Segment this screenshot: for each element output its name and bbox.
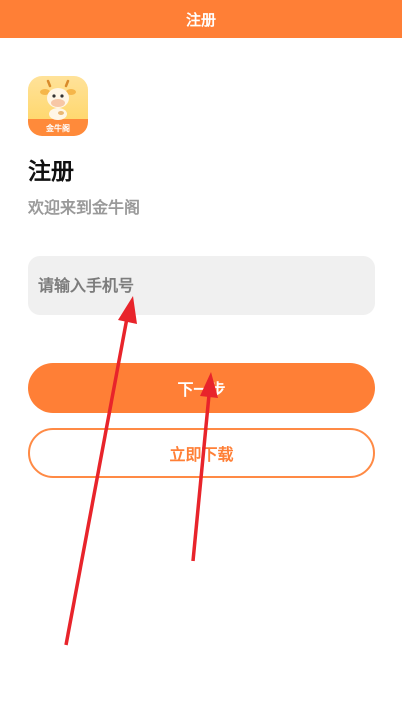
welcome-subtitle: 欢迎来到金牛阁 (28, 198, 141, 217)
logo-label: 金牛阁 (46, 124, 70, 133)
download-now-label: 立即下载 (169, 445, 234, 464)
download-now-button[interactable]: 立即下载 (28, 428, 375, 478)
page-title: 注册 (28, 159, 74, 185)
app-logo: 金牛阁 (28, 76, 88, 136)
nav-title: 注册 (185, 10, 216, 29)
next-step-label: 下一步 (177, 380, 226, 399)
phone-number-input[interactable] (28, 256, 375, 315)
top-nav-bar: 注册 (0, 0, 402, 38)
next-step-button[interactable]: 下一步 (28, 363, 375, 413)
